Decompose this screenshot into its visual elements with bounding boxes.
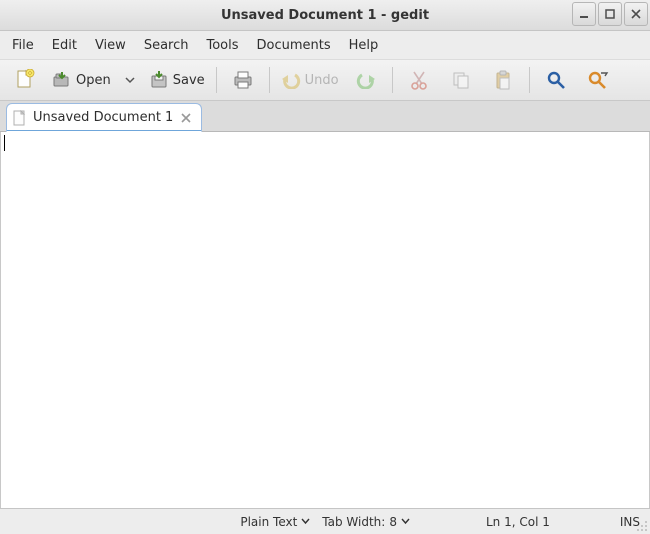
close-icon [181, 113, 191, 123]
toolbar-separator [529, 67, 530, 93]
close-icon [631, 9, 641, 19]
document-tab[interactable]: Unsaved Document 1 [6, 103, 202, 132]
tab-close-button[interactable] [179, 113, 193, 123]
find-button[interactable] [537, 65, 575, 95]
undo-label: Undo [305, 73, 339, 88]
open-button[interactable]: Open [48, 65, 113, 95]
menu-tools[interactable]: Tools [198, 34, 246, 57]
paste-button[interactable] [484, 65, 522, 95]
find-replace-button[interactable] [579, 65, 617, 95]
minimize-button[interactable] [572, 2, 596, 26]
text-cursor [4, 135, 5, 151]
window-title: Unsaved Document 1 - gedit [0, 8, 650, 23]
undo-button[interactable]: Undo [277, 65, 343, 95]
statusbar: Plain Text Tab Width: 8 Ln 1, Col 1 INS [0, 508, 650, 534]
paste-icon [493, 70, 513, 90]
menu-view[interactable]: View [87, 34, 134, 57]
save-icon [149, 70, 169, 90]
cut-button[interactable] [400, 65, 438, 95]
menu-edit[interactable]: Edit [44, 34, 85, 57]
redo-button[interactable] [347, 65, 385, 95]
toolbar: Open Save Un [0, 60, 650, 101]
redo-icon [356, 71, 376, 89]
gedit-window: Unsaved Document 1 - gedit File Edit Vie… [0, 0, 650, 534]
tabbar: Unsaved Document 1 [0, 101, 650, 132]
cut-icon [410, 70, 428, 90]
chevron-down-icon [401, 517, 410, 526]
open-dropdown[interactable] [117, 65, 141, 95]
menu-search[interactable]: Search [136, 34, 197, 57]
cursor-position: Ln 1, Col 1 [476, 515, 560, 529]
find-replace-icon [587, 70, 609, 90]
save-label: Save [173, 73, 205, 88]
chevron-down-icon [125, 75, 135, 85]
minimize-icon [579, 9, 589, 19]
print-icon [232, 70, 254, 90]
undo-icon [281, 71, 301, 89]
editor-area[interactable] [0, 132, 650, 508]
menu-documents[interactable]: Documents [249, 34, 339, 57]
resize-grip[interactable] [634, 518, 648, 532]
window-controls [572, 2, 648, 26]
tabwidth-selector[interactable]: Tab Width: 8 [316, 515, 416, 529]
open-icon [52, 70, 72, 90]
toolbar-separator [392, 67, 393, 93]
language-label: Plain Text [240, 515, 297, 529]
tab-label: Unsaved Document 1 [33, 110, 173, 125]
find-icon [546, 70, 566, 90]
close-button[interactable] [624, 2, 648, 26]
menu-help[interactable]: Help [341, 34, 387, 57]
menu-file[interactable]: File [4, 34, 42, 57]
language-selector[interactable]: Plain Text [234, 515, 316, 529]
chevron-down-icon [301, 517, 310, 526]
toolbar-separator [269, 67, 270, 93]
tabwidth-value: 8 [389, 515, 397, 529]
print-button[interactable] [224, 65, 262, 95]
document-icon [13, 110, 27, 126]
toolbar-separator [216, 67, 217, 93]
maximize-button[interactable] [598, 2, 622, 26]
save-button[interactable]: Save [145, 65, 209, 95]
copy-icon [451, 70, 471, 90]
new-doc-icon [15, 69, 35, 91]
copy-button[interactable] [442, 65, 480, 95]
titlebar: Unsaved Document 1 - gedit [0, 0, 650, 31]
maximize-icon [605, 9, 615, 19]
new-doc-button[interactable] [6, 65, 44, 95]
open-label: Open [76, 73, 111, 88]
tabwidth-text: Tab Width: [322, 515, 385, 529]
menubar: File Edit View Search Tools Documents He… [0, 31, 650, 60]
